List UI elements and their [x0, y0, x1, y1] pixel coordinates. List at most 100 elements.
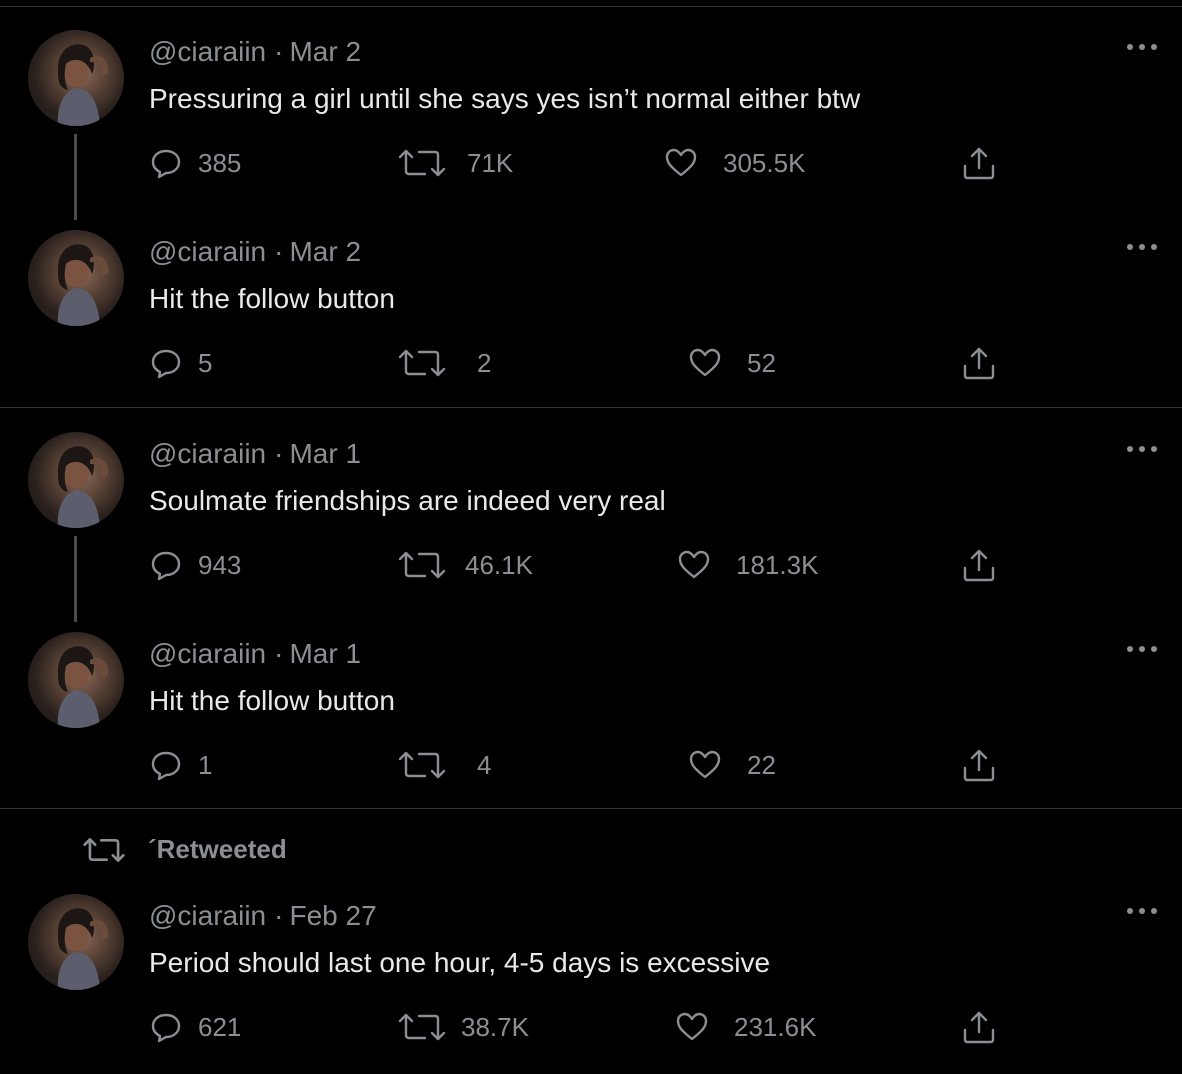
reply-icon: [151, 551, 181, 581]
like-icon: [665, 148, 697, 177]
tweet[interactable]: @ciaraiin · Mar 2 Pressuring a girl until …: [0, 30, 1182, 220]
more-icon[interactable]: [1126, 242, 1158, 252]
retweet-icon: [398, 551, 446, 579]
tweet-text: Soulmate friendships are indeed very rea…: [149, 485, 666, 516]
reply-icon: [151, 751, 181, 781]
more-icon[interactable]: [1126, 42, 1158, 52]
retweet-count: 38.7K: [461, 1011, 529, 1042]
reply-icon: [151, 349, 181, 379]
avatar-photo: [57, 446, 109, 528]
reply-button[interactable]: 943: [150, 548, 241, 582]
meta-separator: ·: [274, 438, 284, 469]
reply-count: 1: [198, 749, 213, 780]
retweet-icon: [398, 751, 446, 779]
retweet-count: 71K: [467, 147, 514, 178]
avatar-photo: [57, 244, 109, 326]
tweet-meta[interactable]: @ciaraiin · Mar 2: [149, 236, 361, 268]
like-icon: [689, 750, 721, 779]
handle[interactable]: @ciaraiin: [149, 236, 266, 267]
share-icon[interactable]: [962, 346, 996, 380]
retweet-button[interactable]: 38.7K: [397, 1010, 529, 1044]
like-button[interactable]: 22: [689, 748, 776, 782]
retweet-icon: [398, 149, 446, 177]
retweet-button[interactable]: 71K: [397, 146, 513, 180]
share-icon[interactable]: [962, 748, 996, 782]
avatar[interactable]: [28, 632, 124, 728]
reply-button[interactable]: 385: [150, 146, 241, 180]
tweet-text: Pressuring a girl until she says yes isn…: [149, 83, 861, 114]
handle[interactable]: @ciaraiin: [149, 36, 266, 67]
avatar[interactable]: [28, 230, 124, 326]
tweet-text: Period should last one hour, 4-5 days is…: [149, 947, 771, 978]
share-icon[interactable]: [962, 146, 996, 180]
thread-line: [74, 134, 77, 220]
retweeted-banner: ´Retweeted: [82, 834, 287, 865]
handle[interactable]: @ciaraiin: [149, 438, 266, 469]
meta-separator: ·: [274, 36, 284, 67]
thread-line: [74, 536, 77, 622]
share-icon[interactable]: [962, 548, 996, 582]
retweet-button[interactable]: 4: [397, 748, 491, 782]
tweet-meta[interactable]: @ciaraiin · Mar 1: [149, 638, 361, 670]
avatar[interactable]: [28, 30, 124, 126]
reply-button[interactable]: 1: [150, 748, 212, 782]
like-icon: [678, 550, 710, 579]
reply-button[interactable]: 621: [150, 1010, 241, 1044]
like-count: 305.5K: [723, 147, 806, 178]
tweet-date[interactable]: Mar 1: [289, 638, 361, 669]
tweet-date[interactable]: Mar 1: [289, 438, 361, 469]
meta-separator: ·: [274, 236, 284, 267]
handle[interactable]: @ciaraiin: [149, 638, 266, 669]
avatar-photo: [57, 908, 109, 990]
retweeted-label: ´Retweeted: [148, 834, 287, 864]
tweet[interactable]: @ciaraiin · Mar 1 Hit the follow button 1 …: [0, 632, 1182, 812]
tweet-meta[interactable]: @ciaraiin · Mar 2: [149, 36, 361, 68]
avatar-photo: [57, 646, 109, 728]
like-count: 22: [747, 749, 776, 780]
like-button[interactable]: 181.3K: [678, 548, 818, 582]
avatar[interactable]: [28, 894, 124, 990]
retweet-icon: [83, 837, 125, 862]
avatar-photo: [57, 44, 109, 126]
retweet-icon: [398, 349, 446, 377]
reply-count: 621: [198, 1011, 242, 1042]
meta-separator: ·: [274, 900, 284, 931]
reply-count: 5: [198, 347, 213, 378]
retweet-button[interactable]: 46.1K: [397, 548, 533, 582]
tweet-meta[interactable]: @ciaraiin · Feb 27: [149, 900, 377, 932]
like-button[interactable]: 305.5K: [665, 146, 805, 180]
handle[interactable]: @ciaraiin: [149, 900, 266, 931]
retweet-count: 4: [477, 749, 492, 780]
tweet[interactable]: @ciaraiin · Mar 2 Hit the follow button 5 …: [0, 230, 1182, 410]
more-icon[interactable]: [1126, 444, 1158, 454]
tweet[interactable]: @ciaraiin · Mar 1 Soulmate friendships are…: [0, 432, 1182, 622]
more-icon[interactable]: [1126, 644, 1158, 654]
retweet-icon: [398, 1013, 446, 1041]
tweet-meta[interactable]: @ciaraiin · Mar 1: [149, 438, 361, 470]
reply-button[interactable]: 5: [150, 346, 212, 380]
like-count: 231.6K: [734, 1011, 817, 1042]
reply-count: 385: [198, 147, 242, 178]
reply-count: 943: [198, 549, 242, 580]
tweet-date[interactable]: Mar 2: [289, 236, 361, 267]
tweet[interactable]: @ciaraiin · Feb 27 Period should last one …: [0, 894, 1182, 1074]
like-icon: [676, 1012, 708, 1041]
reply-icon: [151, 1013, 181, 1043]
reply-icon: [151, 149, 181, 179]
like-icon: [689, 348, 721, 377]
retweet-button[interactable]: 2: [397, 346, 491, 380]
retweet-count: 46.1K: [465, 549, 533, 580]
tweet-date[interactable]: Feb 27: [289, 900, 376, 931]
more-icon[interactable]: [1126, 906, 1158, 916]
like-count: 52: [747, 347, 776, 378]
thread-divider: [0, 407, 1182, 408]
like-count: 181.3K: [736, 549, 819, 580]
top-divider: [0, 6, 1182, 7]
tweet-text: Hit the follow button: [149, 283, 395, 314]
like-button[interactable]: 52: [689, 346, 776, 380]
like-button[interactable]: 231.6K: [676, 1010, 816, 1044]
avatar[interactable]: [28, 432, 124, 528]
share-icon[interactable]: [962, 1010, 996, 1044]
tweet-date[interactable]: Mar 2: [289, 36, 361, 67]
tweet-text: Hit the follow button: [149, 685, 395, 716]
